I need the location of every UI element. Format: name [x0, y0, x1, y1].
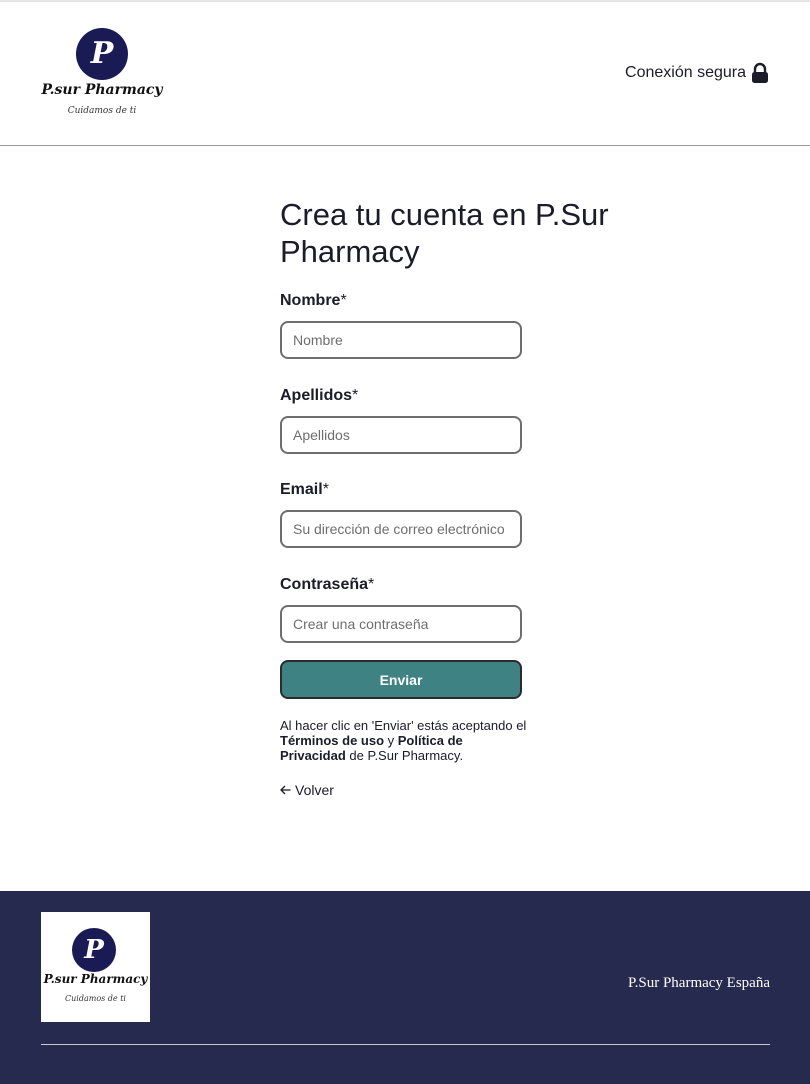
logo-badge: P — [76, 28, 128, 80]
logo-brand-name: P.sur Pharmacy — [41, 82, 163, 98]
lock-icon — [752, 62, 768, 83]
footer-logo-tagline: Cuidamos de ti — [65, 994, 126, 1003]
email-input[interactable] — [280, 510, 522, 548]
footer-logo-brand-name: P.sur Pharmacy — [43, 972, 148, 986]
field-label-email: Email* — [280, 481, 329, 498]
field-apellidos: Apellidos* — [280, 387, 640, 454]
logo-tagline: Cuidamos de ti — [67, 106, 137, 116]
field-label-nombre: Nombre* — [280, 292, 347, 309]
secure-connection-label: Conexión segura — [625, 64, 746, 81]
secure-connection: Conexión segura — [625, 62, 770, 84]
field-email: Email* — [280, 481, 640, 548]
field-nombre: Nombre* — [280, 292, 640, 359]
submit-button[interactable]: Enviar — [280, 660, 522, 699]
terms-of-use-link[interactable]: Términos de uso — [280, 733, 384, 748]
site-footer: P P.sur Pharmacy Cuidamos de ti P.Sur Ph… — [0, 891, 810, 1084]
nombre-input[interactable] — [280, 321, 522, 359]
footer-logo-letter: P — [84, 935, 104, 965]
back-link[interactable]: Volver — [280, 782, 640, 798]
footer-logo-badge: P — [72, 928, 116, 972]
site-header: P P.sur Pharmacy Cuidamos de ti Conexión… — [0, 2, 810, 146]
page-title: Crea tu cuenta en P.Sur Pharmacy — [280, 197, 609, 269]
back-link-label: Volver — [295, 782, 334, 798]
footer-divider — [41, 1044, 770, 1045]
logo-letter: P — [90, 36, 114, 71]
field-label-password: Contraseña* — [280, 576, 375, 593]
brand-logo[interactable]: P P.sur Pharmacy Cuidamos de ti — [40, 24, 164, 124]
password-input[interactable] — [280, 605, 522, 643]
arrow-left-icon — [280, 785, 291, 795]
footer-logo[interactable]: P P.sur Pharmacy Cuidamos de ti — [41, 912, 150, 1022]
terms-notice: Al hacer clic en 'Enviar' estás aceptand… — [280, 718, 527, 763]
field-password: Contraseña* — [280, 576, 640, 643]
apellidos-input[interactable] — [280, 416, 522, 454]
field-label-apellidos: Apellidos* — [280, 387, 359, 404]
signup-form: Crea tu cuenta en P.Sur Pharmacy Nombre*… — [280, 196, 640, 798]
footer-company-name: P.Sur Pharmacy España — [627, 975, 770, 991]
